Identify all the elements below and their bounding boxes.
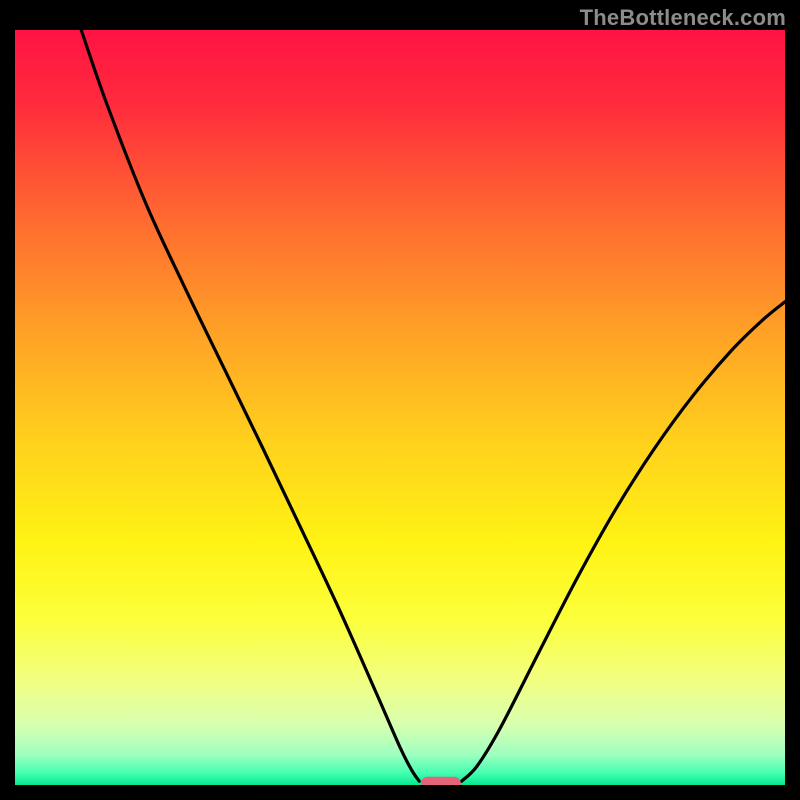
frame: TheBottleneck.com — [0, 0, 800, 800]
bottleneck-chart — [15, 30, 785, 785]
bottleneck-marker — [421, 777, 461, 785]
watermark-text: TheBottleneck.com — [580, 5, 786, 31]
gradient-background — [15, 30, 785, 785]
